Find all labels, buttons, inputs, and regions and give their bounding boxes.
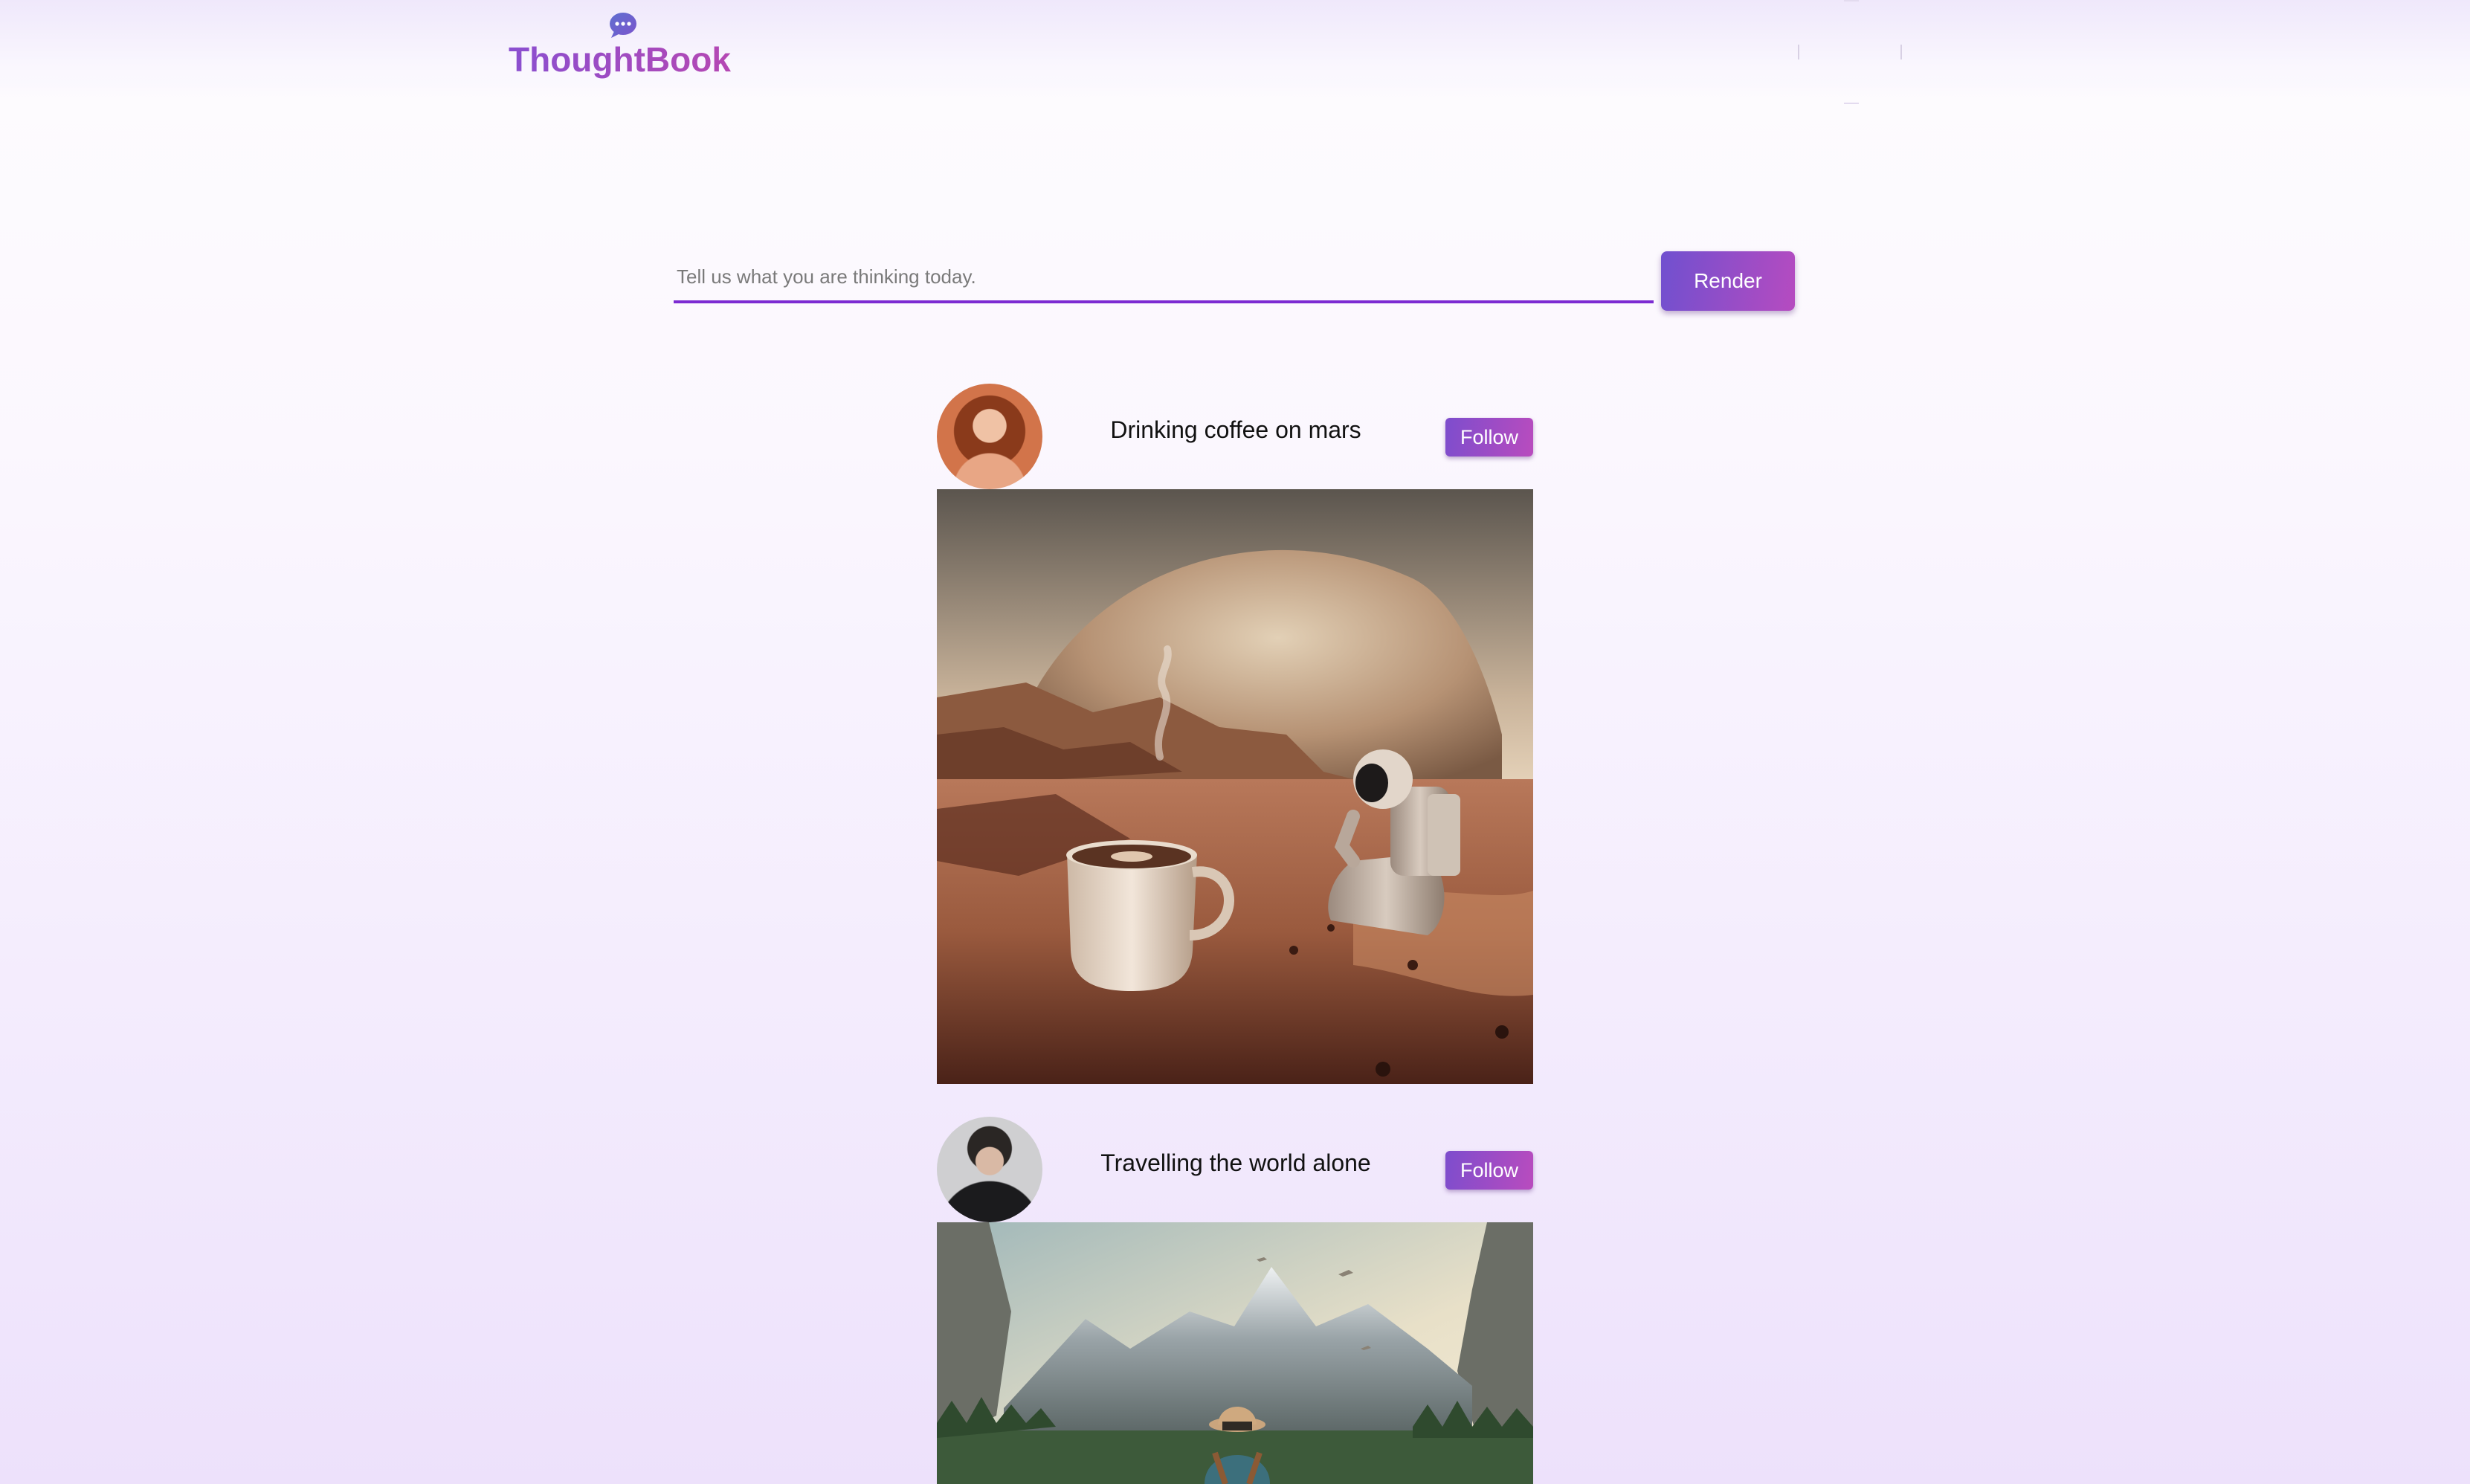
traveller-mountains-image: [937, 1222, 1533, 1484]
post-title: Travelling the world alone: [1100, 1149, 1371, 1176]
nav-indicator: [1844, 103, 1859, 104]
astronaut-coffee-mars-image: [937, 489, 1533, 1084]
follow-button[interactable]: Follow: [1445, 1151, 1533, 1190]
chat-bubble-dots-icon: [610, 13, 636, 38]
app-logo[interactable]: ThoughtBook: [509, 37, 731, 82]
user-avatar[interactable]: [937, 384, 1042, 489]
follow-button[interactable]: Follow: [1445, 418, 1533, 457]
nav-indicator: [1844, 0, 1859, 1]
post-title: Drinking coffee on mars: [1110, 416, 1361, 443]
thought-prompt-input[interactable]: [674, 253, 1654, 303]
render-button[interactable]: Render: [1661, 251, 1795, 311]
user-avatar[interactable]: [937, 1117, 1042, 1222]
top-header: ThoughtBook: [0, 0, 2470, 104]
nav-divider: [1900, 45, 1902, 59]
nav-divider: [1798, 45, 1799, 59]
prompt-bar: [674, 253, 1654, 305]
